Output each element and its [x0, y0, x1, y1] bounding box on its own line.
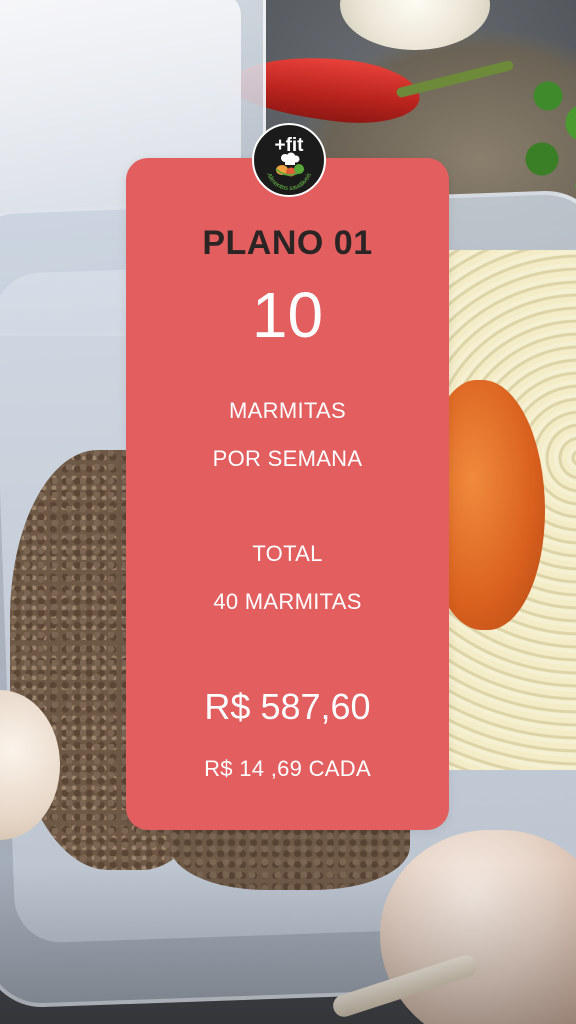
brand-logo: +fit Alimentos saudáveis — [252, 123, 326, 197]
meals-label: MARMITAS — [229, 398, 346, 423]
per-week-label: POR SEMANA — [212, 446, 363, 471]
plan-title: PLANO 01 — [202, 224, 373, 262]
bottom-shade — [0, 864, 576, 1024]
meal-count: 10 — [251, 279, 324, 351]
plan-price: R$ 587,60 — [204, 686, 371, 727]
total-meals: 40 MARMITAS — [213, 589, 362, 614]
plan-card: PLANO 01 10 MARMITAS POR SEMANA TOTAL 40… — [126, 158, 449, 830]
unit-price: R$ 14 ,69 CADA — [204, 756, 371, 781]
total-label: TOTAL — [252, 541, 323, 566]
vegetables-icon — [275, 164, 305, 177]
